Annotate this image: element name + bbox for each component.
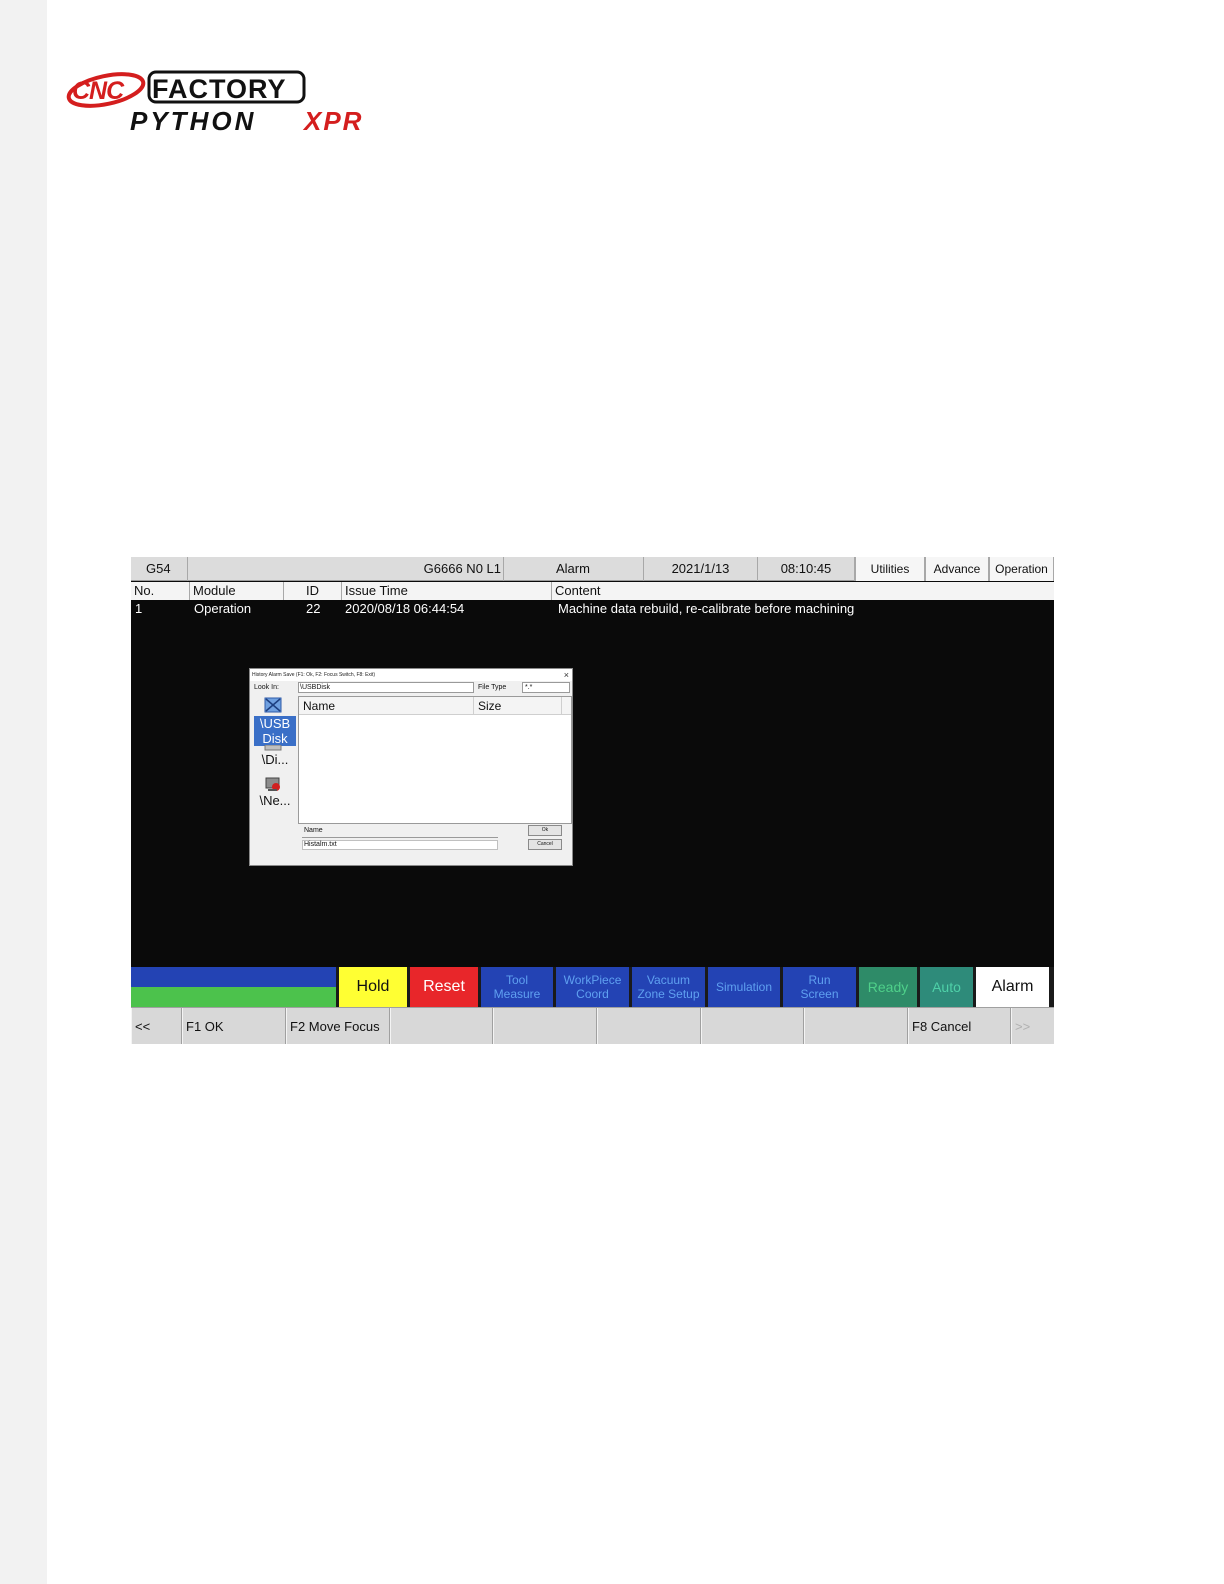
- page-left-margin: [0, 0, 47, 1584]
- file-type-label: File Type: [478, 684, 507, 691]
- col-no: No.: [131, 582, 190, 600]
- tool-measure-button[interactable]: Tool Measure: [481, 967, 553, 1007]
- column-divider: [561, 697, 562, 715]
- f8-cancel-key[interactable]: F8 Cancel: [908, 1008, 1011, 1044]
- progress-green-bar: [131, 987, 336, 1007]
- reset-button[interactable]: Reset: [410, 967, 478, 1007]
- file-list[interactable]: Name Size: [298, 696, 572, 824]
- f1-ok-key[interactable]: F1 OK: [182, 1008, 286, 1044]
- cancel-button[interactable]: Cancel: [528, 839, 562, 850]
- usb-disk-icon: [264, 697, 282, 713]
- close-icon[interactable]: ×: [564, 669, 569, 681]
- file-type-select[interactable]: *.*: [522, 682, 570, 693]
- row-content: Machine data rebuild, re-calibrate befor…: [558, 601, 855, 616]
- vacuum-zone-setup-button[interactable]: Vacuum Zone Setup: [632, 967, 705, 1007]
- row-issue-time: 2020/08/18 06:44:54: [345, 601, 465, 616]
- col-issue-time: Issue Time: [342, 582, 552, 600]
- workpiece-coord-button[interactable]: WorkPiece Coord: [556, 967, 629, 1007]
- look-in-select[interactable]: \USBDisk: [298, 682, 474, 693]
- col-module: Module: [190, 582, 284, 600]
- logo-cnc-text: CNC: [72, 77, 124, 105]
- file-name-label: Name: [304, 827, 323, 834]
- size-column-header[interactable]: Size: [478, 697, 501, 715]
- ready-indicator: Ready: [859, 967, 917, 1007]
- ok-button[interactable]: Ok: [528, 825, 562, 836]
- program-info: G6666 N0 L1: [188, 557, 504, 581]
- advance-button[interactable]: Advance: [925, 557, 989, 581]
- row-module: Operation: [194, 601, 252, 616]
- mode-status-bar: Hold Reset Tool Measure WorkPiece Coord …: [131, 967, 1054, 1007]
- utilities-button[interactable]: Utilities: [855, 557, 925, 581]
- dialog-title: History Alarm Save (F1: Ok, F2: Focus Sw…: [250, 669, 572, 681]
- network-icon: [265, 777, 280, 791]
- simulation-button[interactable]: Simulation: [708, 967, 780, 1007]
- history-alarm-save-dialog: History Alarm Save (F1: Ok, F2: Focus Sw…: [249, 668, 573, 866]
- alarm-indicator: Alarm: [976, 967, 1049, 1007]
- coord-system: G54: [131, 557, 188, 581]
- col-content: Content: [555, 583, 601, 598]
- auto-indicator: Auto: [920, 967, 973, 1007]
- f3-key[interactable]: [390, 1008, 493, 1044]
- cnc-factory-logo: CNC FACTORY PYTHON XPR: [66, 66, 411, 146]
- progress-blue-bar: [131, 967, 336, 987]
- run-screen-button[interactable]: Run Screen: [783, 967, 856, 1007]
- hold-button[interactable]: Hold: [339, 967, 407, 1007]
- column-divider: [473, 697, 474, 715]
- next-page-key[interactable]: >>: [1011, 1008, 1054, 1044]
- table-row[interactable]: 1 Operation 22 2020/08/18 06:44:54 Machi…: [131, 600, 1054, 618]
- logo-python-text: PYTHON: [130, 106, 257, 136]
- logo-xpr-text: XPR: [304, 106, 364, 136]
- top-status-bar: G54 G6666 N0 L1 Alarm 2021/1/13 08:10:45…: [131, 557, 1054, 581]
- place-disk[interactable]: \Di...: [254, 752, 296, 768]
- row-no: 1: [135, 601, 143, 616]
- cnc-controller-screen: G54 G6666 N0 L1 Alarm 2021/1/13 08:10:45…: [131, 557, 1054, 1044]
- f2-move-focus-key[interactable]: F2 Move Focus: [286, 1008, 390, 1044]
- place-network[interactable]: \Ne...: [254, 793, 296, 809]
- name-column-header[interactable]: Name: [303, 697, 335, 715]
- col-id: ID: [284, 582, 342, 600]
- name-separator: [302, 837, 498, 838]
- places-bar: \USB Disk \Di... \Ne...: [252, 695, 298, 863]
- f7-key[interactable]: [804, 1008, 908, 1044]
- row-id: 22: [306, 601, 321, 616]
- look-in-label: Look In:: [254, 684, 279, 691]
- file-list-header: Name Size: [299, 697, 571, 715]
- operation-button[interactable]: Operation: [989, 557, 1054, 581]
- logo-factory-text: FACTORY: [152, 74, 287, 104]
- f5-key[interactable]: [597, 1008, 701, 1044]
- alarm-table-header: No. Module ID Issue Time Content: [131, 582, 1054, 600]
- mode-indicator: Alarm: [504, 557, 644, 581]
- f6-key[interactable]: [701, 1008, 804, 1044]
- f4-key[interactable]: [493, 1008, 597, 1044]
- place-usb-disk[interactable]: \USB Disk: [254, 716, 296, 746]
- date-display: 2021/1/13: [644, 557, 758, 581]
- prev-page-key[interactable]: <<: [131, 1008, 182, 1044]
- file-name-input[interactable]: Histalm.txt: [302, 840, 498, 850]
- time-display: 08:10:45: [758, 557, 855, 581]
- function-key-bar: << F1 OK F2 Move Focus F8 Cancel >>: [131, 1007, 1054, 1044]
